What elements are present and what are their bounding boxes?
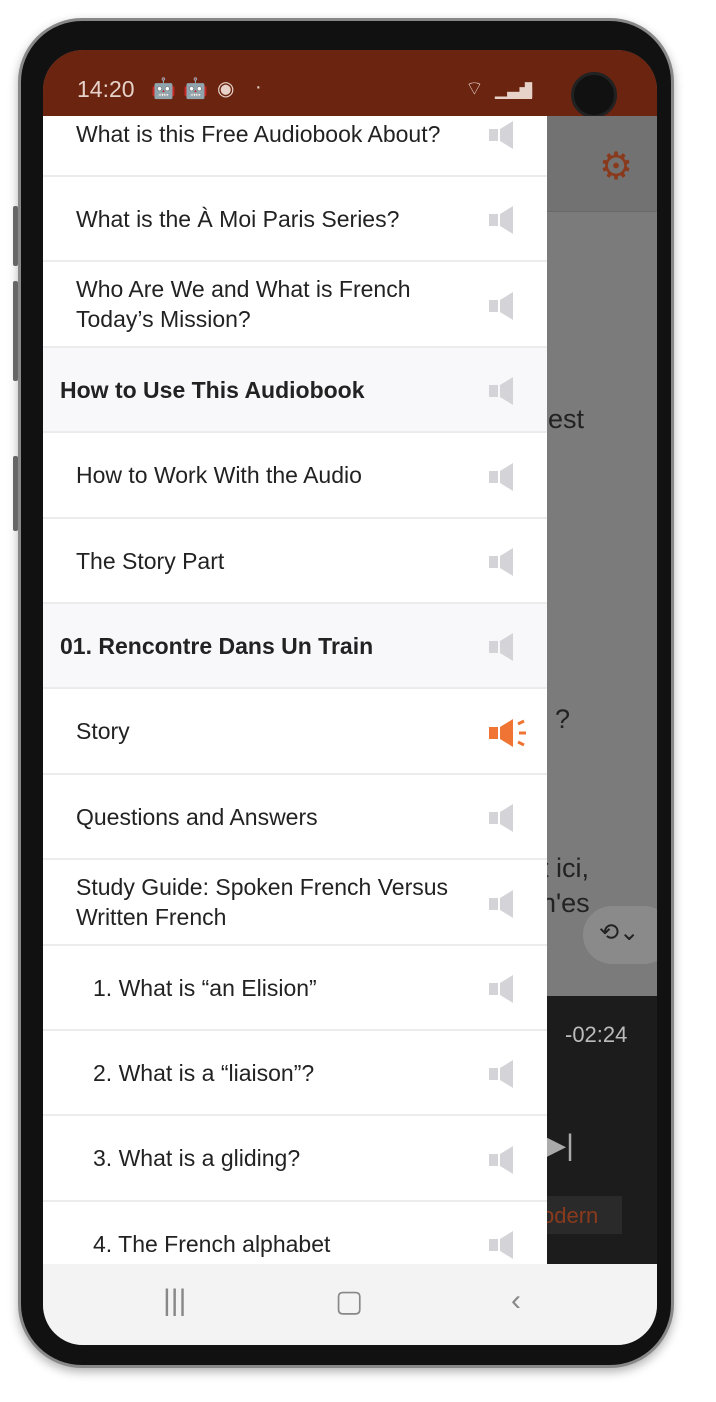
- speaker-icon[interactable]: [489, 1230, 529, 1260]
- speaker-icon[interactable]: [489, 1145, 529, 1175]
- item-label: 1. What is “an Elision”: [93, 974, 317, 1001]
- speaker-icon[interactable]: [489, 803, 529, 833]
- section-header[interactable]: 01. Rencontre Dans Un Train: [43, 604, 547, 690]
- bixby-button: [13, 456, 18, 531]
- mode-badge[interactable]: odern: [538, 1196, 622, 1234]
- item-label: 3. What is a gliding?: [93, 1145, 301, 1172]
- speaker-playing-icon[interactable]: [489, 718, 529, 748]
- back-icon[interactable]: ‹: [511, 1284, 521, 1318]
- chapter-item[interactable]: Who Are We and What is French Today’s Mi…: [43, 263, 547, 348]
- speaker-icon[interactable]: [489, 889, 529, 919]
- speaker-icon[interactable]: [489, 1059, 529, 1089]
- speaker-icon[interactable]: [489, 120, 529, 150]
- item-label: Story: [76, 718, 130, 745]
- chapter-item[interactable]: How to Work With the Audio: [43, 434, 547, 519]
- volume-button: [13, 206, 18, 266]
- item-label: 2. What is a “liaison”?: [93, 1059, 315, 1086]
- remaining-time: -02:24: [565, 1022, 628, 1047]
- chapter-item[interactable]: Story: [43, 690, 547, 775]
- chapter-item[interactable]: What is this Free Audiobook About?: [43, 116, 547, 177]
- loop-mode-button[interactable]: ⟲⌄: [583, 906, 657, 964]
- status-bar: 14:20 🤖 🤖 ◉ · ⌔ ▁▃▅ ▮: [43, 50, 657, 118]
- front-camera: [571, 72, 617, 118]
- item-label: What is this Free Audiobook About?: [76, 120, 441, 147]
- item-label: 01. Rencontre Dans Un Train: [60, 632, 374, 659]
- android-lock-icon: 🤖: [183, 78, 208, 100]
- skip-next-icon[interactable]: ▶|: [543, 1128, 574, 1163]
- chapter-item[interactable]: 1. What is “an Elision”: [43, 946, 547, 1031]
- bg-text: t ici,: [541, 853, 590, 883]
- bg-text: n'es: [541, 888, 590, 918]
- android-icon: 🤖: [151, 78, 176, 100]
- repeat-icon: ⟲⌄: [599, 919, 640, 946]
- speaker-icon[interactable]: [489, 376, 529, 406]
- speaker-icon[interactable]: [489, 291, 529, 321]
- bg-text: est: [548, 404, 585, 434]
- chapter-item[interactable]: What is the À Moi Paris Series?: [43, 177, 547, 263]
- speaker-icon[interactable]: [489, 974, 529, 1004]
- firefox-icon: ◉: [217, 78, 235, 100]
- navigation-bar: ||| ▢ ‹: [43, 1264, 657, 1345]
- bg-text: ?: [555, 704, 571, 734]
- section-header[interactable]: How to Use This Audiobook: [43, 348, 547, 434]
- chapter-item[interactable]: Study Guide: Spoken French Versus Writte…: [43, 861, 547, 946]
- chapter-item[interactable]: 4. The French alphabet: [43, 1202, 547, 1264]
- chapter-item[interactable]: 3. What is a gliding?: [43, 1117, 547, 1202]
- item-label: The Story Part: [76, 547, 225, 574]
- home-icon[interactable]: ▢: [335, 1284, 363, 1319]
- battery-icon: ▮: [523, 78, 535, 100]
- clock: 14:20: [77, 76, 135, 102]
- item-label: Study Guide: Spoken French Versus Writte…: [76, 874, 449, 931]
- dot-icon: ·: [255, 76, 262, 98]
- chapter-item[interactable]: The Story Part: [43, 519, 547, 604]
- item-label: 4. The French alphabet: [93, 1230, 331, 1257]
- item-label: Questions and Answers: [76, 803, 318, 830]
- speaker-icon[interactable]: [489, 462, 529, 492]
- item-label: What is the À Moi Paris Series?: [76, 205, 400, 232]
- chapter-item[interactable]: Questions and Answers: [43, 775, 547, 861]
- volume-button: [13, 281, 18, 381]
- item-label: How to Work With the Audio: [76, 462, 362, 489]
- table-of-contents-drawer[interactable]: What is this Free Audiobook About? What i…: [43, 116, 547, 1264]
- speaker-icon[interactable]: [489, 547, 529, 577]
- speaker-icon[interactable]: [489, 632, 529, 662]
- screen: 14:20 🤖 🤖 ◉ · ⌔ ▁▃▅ ▮ ⚙ est ? t ici, n'e…: [43, 50, 657, 1345]
- speaker-icon[interactable]: [489, 205, 529, 235]
- recent-apps-icon[interactable]: |||: [163, 1284, 186, 1318]
- gear-icon[interactable]: ⚙: [599, 144, 633, 189]
- wifi-icon: ⌔: [465, 78, 484, 100]
- item-label: Who Are We and What is French Today’s Mi…: [76, 276, 411, 333]
- item-label: How to Use This Audiobook: [60, 376, 365, 403]
- chapter-item[interactable]: 2. What is a “liaison”?: [43, 1031, 547, 1117]
